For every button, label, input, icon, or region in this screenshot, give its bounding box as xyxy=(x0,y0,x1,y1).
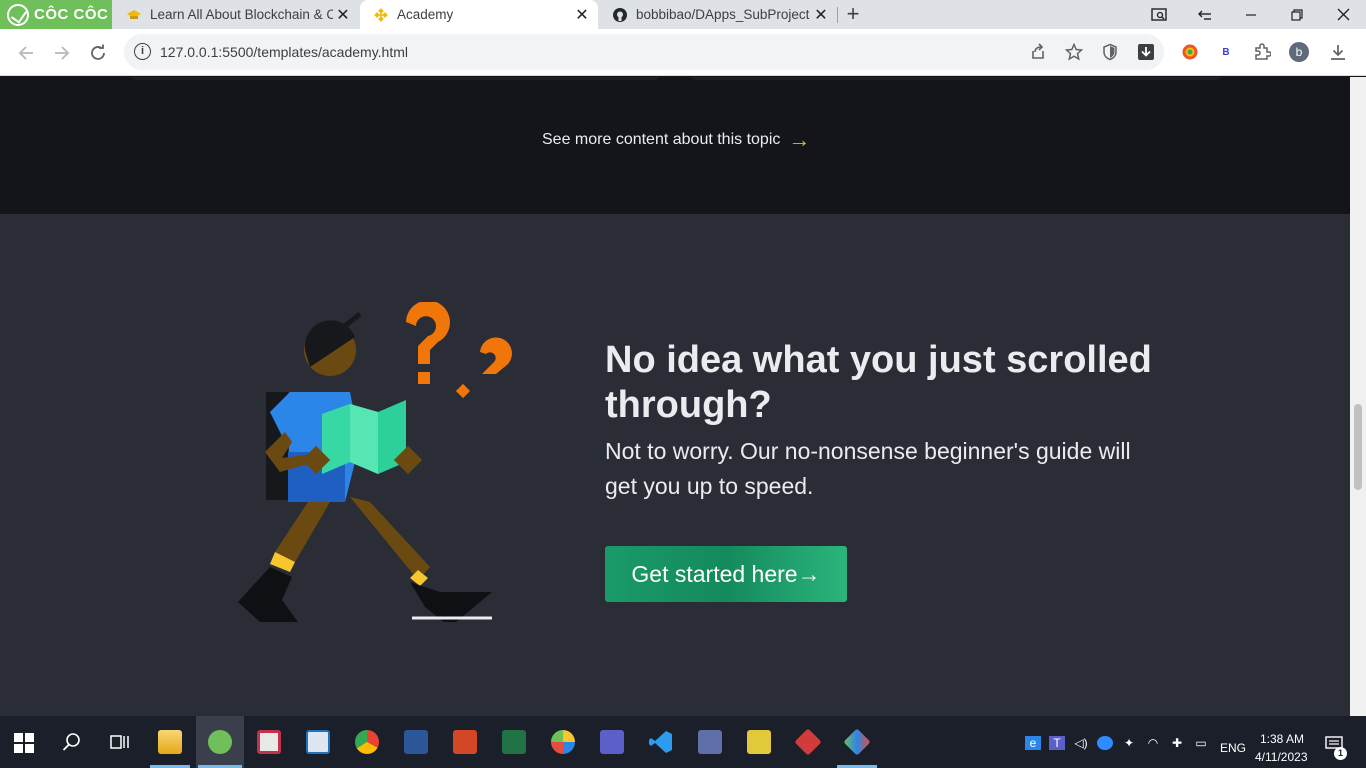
tab-separator xyxy=(837,7,838,23)
paint-icon[interactable] xyxy=(551,730,575,754)
tab-search-icon[interactable] xyxy=(1136,0,1182,29)
downloads-icon[interactable] xyxy=(1328,42,1348,62)
battery-icon[interactable]: ▭ xyxy=(1193,736,1209,750)
back-button[interactable] xyxy=(12,39,40,67)
bookmark-star-icon[interactable] xyxy=(1064,42,1084,62)
powerpoint-icon[interactable] xyxy=(453,730,477,754)
github-icon xyxy=(613,7,627,22)
close-tab-icon[interactable]: ✕ xyxy=(811,5,831,25)
forward-button[interactable] xyxy=(48,39,76,67)
text-editor-icon[interactable] xyxy=(306,730,330,754)
download-video-icon[interactable] xyxy=(1136,42,1156,62)
shield-icon[interactable] xyxy=(1100,42,1120,62)
tool-icon[interactable] xyxy=(747,730,771,754)
task-view-icon[interactable] xyxy=(110,733,130,756)
tray-edge-icon[interactable]: e xyxy=(1025,736,1041,750)
share-icon[interactable] xyxy=(1028,42,1048,62)
minimize-button[interactable] xyxy=(1228,0,1274,29)
profile-avatar[interactable]: b xyxy=(1289,42,1309,62)
clock-time[interactable]: 1:38 AM xyxy=(1260,732,1304,746)
devc-icon[interactable] xyxy=(698,730,722,754)
search-icon[interactable] xyxy=(62,732,82,757)
tray-app-icon[interactable]: ✚ xyxy=(1169,736,1185,750)
browser-toolbar: i 127.0.0.1:5500/templates/academy.html … xyxy=(0,29,1366,76)
coccoc-logo-icon xyxy=(7,3,29,26)
brand-name: CÔC CÔC xyxy=(34,6,109,23)
tray-antivirus-icon[interactable]: ✦ xyxy=(1121,736,1137,750)
git-client-icon[interactable] xyxy=(794,728,822,756)
lost-traveler-illustration xyxy=(238,302,512,622)
new-tab-button[interactable]: + xyxy=(842,2,864,26)
article-card-bottom[interactable] xyxy=(128,77,662,80)
guide-subtext: Not to worry. Our no-nonsense beginner's… xyxy=(605,438,1131,499)
content-section: See more content about this topic → xyxy=(0,77,1350,214)
tab-academy[interactable]: Academy ✕ xyxy=(360,0,598,29)
notification-badge: 1 xyxy=(1334,747,1347,760)
reload-button[interactable] xyxy=(84,39,112,67)
app-icon[interactable] xyxy=(843,728,871,756)
tab-title: bobbibao/DApps_SubProject xyxy=(636,7,810,22)
tray-zoom-icon[interactable] xyxy=(1097,736,1113,750)
clock-date[interactable]: 4/11/2023 xyxy=(1255,750,1308,764)
vscode-icon[interactable] xyxy=(649,730,673,754)
close-tab-icon[interactable]: ✕ xyxy=(333,5,353,25)
chrome-icon[interactable] xyxy=(355,730,379,754)
windows-taskbar: e T ◁) ✦ ◠ ✚ ▭ ENG 1:38 AM 4/11/2023 1 xyxy=(0,716,1366,768)
extensions-puzzle-icon[interactable] xyxy=(1252,42,1272,62)
see-more-link[interactable]: See more content about this topic → xyxy=(542,127,811,152)
page-viewport: See more content about this topic → No i… xyxy=(0,77,1350,716)
b-extension-icon[interactable]: B xyxy=(1216,42,1236,62)
coccoc-logo[interactable]: CÔC CÔC xyxy=(0,0,112,29)
academy-hat-icon xyxy=(127,9,141,19)
teams-icon[interactable] xyxy=(600,730,624,754)
site-info-icon[interactable]: i xyxy=(134,43,151,60)
excel-icon[interactable] xyxy=(502,730,526,754)
arrow-right-icon: → xyxy=(788,127,811,152)
snipping-tool-icon[interactable] xyxy=(257,730,281,754)
get-started-button[interactable]: Get started here→ xyxy=(605,546,847,602)
file-explorer-icon[interactable] xyxy=(158,730,182,754)
tab-blockchain[interactable]: Learn All About Blockchain & C ✕ xyxy=(113,0,359,29)
guide-headline: No idea what you just scrolled through? xyxy=(605,339,1152,426)
tab-title: Learn All About Blockchain & C xyxy=(150,7,333,22)
tab-strip: CÔC CÔC Learn All About Blockchain & C ✕… xyxy=(0,0,1366,29)
scrollbar-thumb[interactable] xyxy=(1354,404,1362,490)
article-card-bottom[interactable] xyxy=(688,77,1224,80)
start-button[interactable] xyxy=(14,733,34,753)
windows-logo-icon xyxy=(14,733,34,753)
word-icon[interactable] xyxy=(404,730,428,754)
see-more-label: See more content about this topic xyxy=(542,131,781,148)
coccoc-extension-icon[interactable] xyxy=(1180,42,1200,62)
address-bar[interactable]: i 127.0.0.1:5500/templates/academy.html xyxy=(124,34,1164,70)
back-forward-list-icon[interactable] xyxy=(1182,0,1228,29)
coccoc-taskbar-icon[interactable] xyxy=(208,730,232,754)
input-language[interactable]: ENG xyxy=(1220,741,1246,755)
page-scrollbar[interactable] xyxy=(1350,77,1366,716)
tab-title: Academy xyxy=(397,7,454,22)
restore-button[interactable] xyxy=(1274,0,1320,29)
beginner-guide-section: No idea what you just scrolled through? … xyxy=(0,214,1350,716)
wifi-icon[interactable]: ◠ xyxy=(1145,736,1161,750)
url-text[interactable]: 127.0.0.1:5500/templates/academy.html xyxy=(160,44,408,60)
binance-icon xyxy=(374,7,388,22)
volume-icon[interactable]: ◁) xyxy=(1073,736,1089,750)
close-window-button[interactable] xyxy=(1320,0,1366,29)
close-tab-icon[interactable]: ✕ xyxy=(572,5,592,25)
tray-teams-icon[interactable]: T xyxy=(1049,736,1065,750)
tab-github[interactable]: bobbibao/DApps_SubProject ✕ xyxy=(599,0,837,29)
